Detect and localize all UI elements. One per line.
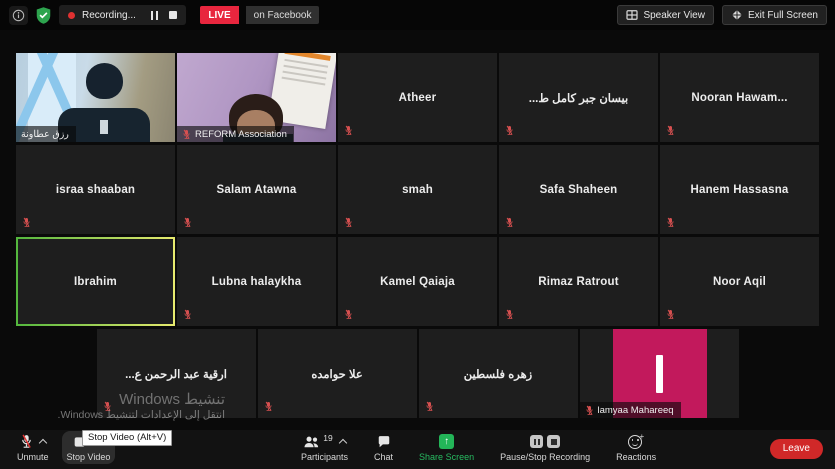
muted-mic-icon [103, 401, 112, 412]
pause-recording-icon[interactable] [530, 435, 543, 448]
chat-button[interactable]: Chat [369, 431, 398, 464]
gallery-grid-icon [626, 9, 638, 21]
recording-indicator: Recording... [59, 5, 186, 25]
participants-grid: رزق عطاونة REFORM Association Atheer بيس… [16, 53, 819, 418]
muted-mic-icon [585, 405, 594, 416]
participants-people-icon [303, 435, 320, 449]
stop-recording-icon[interactable] [169, 11, 177, 19]
stop-video-tooltip: Stop Video (Alt+V) [82, 430, 172, 446]
participant-name: Lubna halaykha [177, 237, 336, 326]
muted-mic-icon [505, 125, 514, 136]
exit-full-screen-button[interactable]: Exit Full Screen [722, 5, 827, 25]
participant-name-label: رزق عطاونة [16, 126, 76, 142]
exit-full-screen-label: Exit Full Screen [748, 10, 818, 21]
participant-name: Nooran Hawam... [660, 53, 819, 142]
reactions-button[interactable]: + Reactions [611, 431, 661, 464]
participant-tile[interactable]: Safa Shaheen [499, 145, 658, 234]
participants-count-badge: 19 [323, 433, 332, 443]
muted-mic-icon [505, 217, 514, 228]
participant-name: Salam Atawna [177, 145, 336, 234]
muted-mic-icon [22, 217, 31, 228]
participant-tile[interactable]: Hanem Hassasna [660, 145, 819, 234]
share-screen-icon: ↑ [439, 434, 454, 449]
muted-mic-icon [666, 309, 675, 320]
participant-tile[interactable]: lamyaa Mahareeq [580, 329, 739, 418]
participant-name: smah [338, 145, 497, 234]
audio-options-chevron-icon[interactable] [39, 439, 47, 447]
chat-bubble-icon [377, 435, 391, 449]
participant-name: Ibrahim [18, 239, 173, 324]
reactions-smiley-icon: + [628, 434, 644, 449]
participant-tile[interactable]: Kamel Qaiaja [338, 237, 497, 326]
participant-tile[interactable]: ارقية عبد الرحمن ع... [97, 329, 256, 418]
muted-mic-icon [182, 129, 191, 140]
meeting-info-icon[interactable] [9, 6, 28, 25]
recording-dot-icon [68, 12, 75, 19]
participant-tile-active-speaker[interactable]: Ibrahim [16, 237, 175, 326]
muted-mic-icon [344, 217, 353, 228]
muted-mic-icon [183, 217, 192, 228]
muted-mic-icon [20, 434, 33, 449]
participant-name: Atheer [338, 53, 497, 142]
share-screen-button[interactable]: ↑ Share Screen [414, 431, 479, 464]
stop-recording-icon[interactable] [547, 435, 560, 448]
participant-tile[interactable]: Rimaz Ratrout [499, 237, 658, 326]
participant-name: Hanem Hassasna [660, 145, 819, 234]
participants-options-chevron-icon[interactable] [339, 439, 347, 447]
muted-mic-icon [264, 401, 273, 412]
participant-name: israa shaaban [16, 145, 175, 234]
muted-mic-icon [344, 125, 353, 136]
participant-tile[interactable]: smah [338, 145, 497, 234]
meeting-top-bar: Recording... LIVE on Facebook Speaker Vi… [0, 0, 835, 30]
muted-mic-icon [344, 309, 353, 320]
encryption-shield-icon[interactable] [35, 6, 52, 25]
participant-tile[interactable]: رزق عطاونة [16, 53, 175, 142]
participant-tile[interactable]: بيسان جبر كامل ط... [499, 53, 658, 142]
participant-name: Noor Aqil [660, 237, 819, 326]
recording-label: Recording... [82, 10, 136, 21]
participant-name: علا حوامده [258, 329, 417, 418]
participant-name: زهره فلسطين [419, 329, 578, 418]
muted-mic-icon [666, 125, 675, 136]
participant-name: ارقية عبد الرحمن ع... [97, 329, 256, 418]
live-destination-label: on Facebook [246, 6, 320, 24]
participant-tile[interactable]: Salam Atawna [177, 145, 336, 234]
unmute-button[interactable]: Unmute [12, 431, 54, 464]
speaker-view-label: Speaker View [643, 10, 705, 21]
participant-name: Rimaz Ratrout [499, 237, 658, 326]
pause-recording-icon[interactable] [151, 11, 159, 20]
participant-tile[interactable]: Lubna halaykha [177, 237, 336, 326]
participants-button[interactable]: 19 Participants [296, 431, 353, 464]
participant-name-label: REFORM Association [177, 126, 294, 142]
participant-tile[interactable]: Atheer [338, 53, 497, 142]
participant-name: بيسان جبر كامل ط... [499, 53, 658, 142]
speaker-view-button[interactable]: Speaker View [617, 5, 714, 25]
participant-name: Kamel Qaiaja [338, 237, 497, 326]
participant-tile[interactable]: زهره فلسطين [419, 329, 578, 418]
collapse-arrows-icon [731, 9, 743, 21]
muted-mic-icon [666, 217, 675, 228]
pause-stop-recording-button[interactable]: Pause/Stop Recording [495, 431, 595, 464]
participant-name: Safa Shaheen [499, 145, 658, 234]
muted-mic-icon [425, 401, 434, 412]
live-badge: LIVE [200, 6, 238, 24]
leave-button[interactable]: Leave [770, 439, 823, 459]
muted-mic-icon [505, 309, 514, 320]
participant-tile[interactable]: Noor Aqil [660, 237, 819, 326]
participant-tile[interactable]: علا حوامده [258, 329, 417, 418]
participant-tile[interactable]: REFORM Association [177, 53, 336, 142]
muted-mic-icon [183, 309, 192, 320]
participant-tile[interactable]: israa shaaban [16, 145, 175, 234]
participant-name-label: lamyaa Mahareeq [580, 402, 681, 418]
participant-tile[interactable]: Nooran Hawam... [660, 53, 819, 142]
